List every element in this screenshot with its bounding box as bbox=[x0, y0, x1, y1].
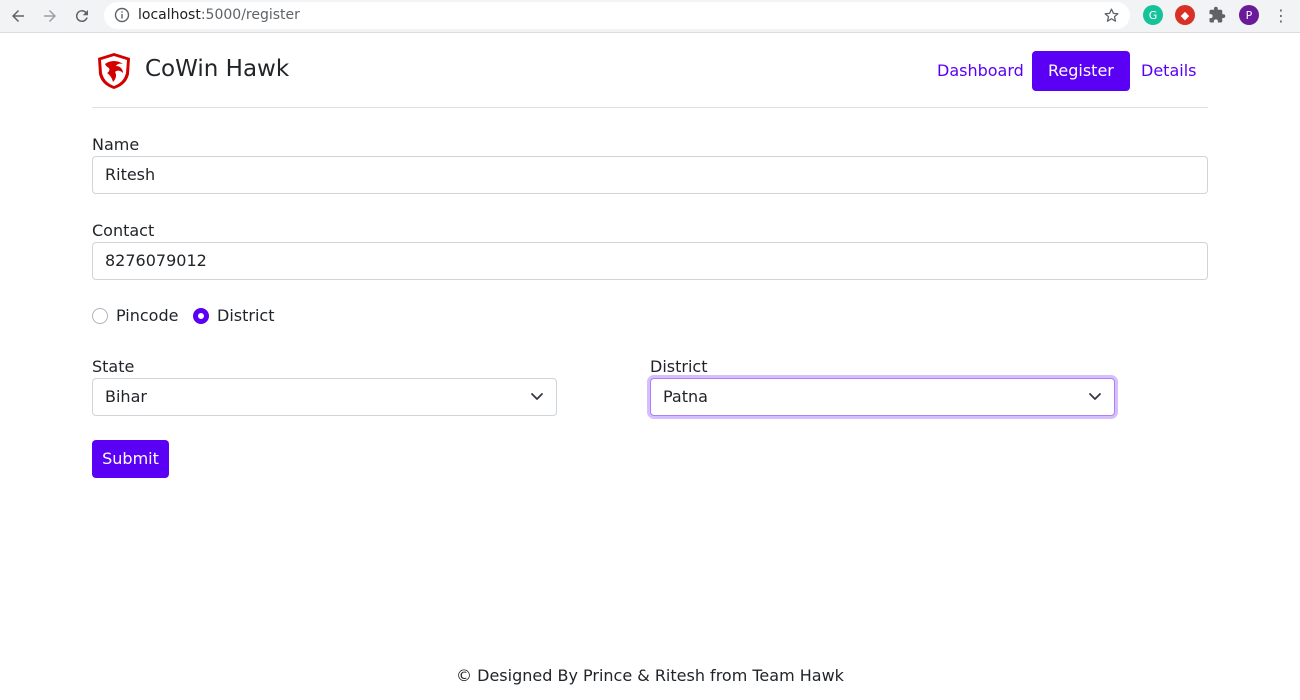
arrow-right-icon bbox=[44, 10, 56, 22]
district-label: District bbox=[650, 357, 708, 376]
kebab-menu-icon[interactable]: ⋮ bbox=[1271, 5, 1291, 25]
submit-button[interactable]: Submit bbox=[92, 440, 169, 478]
bookmark-star-icon[interactable] bbox=[1103, 7, 1120, 24]
contact-input[interactable]: 8276079012 bbox=[92, 242, 1208, 280]
name-label: Name bbox=[92, 135, 140, 154]
site-header: CoWin Hawk Dashboard Register Details bbox=[92, 34, 1208, 108]
back-button[interactable] bbox=[6, 5, 30, 27]
footer-credit: © Designed By Prince & Ritesh from Team … bbox=[456, 666, 844, 685]
pincode-radio[interactable] bbox=[92, 308, 108, 324]
district-radio[interactable] bbox=[193, 308, 209, 324]
chevron-down-icon bbox=[531, 393, 543, 400]
hawk-logo-icon bbox=[98, 53, 130, 89]
chevron-down-icon bbox=[1089, 393, 1101, 400]
brand-title[interactable]: CoWin Hawk bbox=[145, 56, 289, 82]
nav-details-link[interactable]: Details bbox=[1125, 51, 1212, 91]
state-label: State bbox=[92, 357, 135, 376]
reload-button[interactable] bbox=[70, 5, 94, 27]
extension-icon[interactable]: ◆ bbox=[1175, 5, 1195, 25]
district-select-value: Patna bbox=[663, 387, 708, 406]
info-icon[interactable] bbox=[114, 7, 130, 23]
nav-dashboard-link[interactable]: Dashboard bbox=[921, 51, 1040, 91]
reload-icon bbox=[75, 10, 88, 23]
district-radio-label[interactable]: District bbox=[217, 306, 274, 325]
url-text: localhost:5000/register bbox=[138, 7, 300, 23]
grammarly-extension-icon[interactable]: G bbox=[1143, 5, 1163, 25]
pincode-radio-label[interactable]: Pincode bbox=[116, 306, 178, 325]
contact-label: Contact bbox=[92, 221, 155, 240]
name-input[interactable]: Ritesh bbox=[92, 156, 1208, 194]
state-select-value: Bihar bbox=[105, 387, 147, 406]
nav-register-link[interactable]: Register bbox=[1032, 51, 1130, 91]
profile-avatar[interactable]: P bbox=[1239, 5, 1259, 25]
forward-button[interactable] bbox=[38, 5, 62, 27]
district-select[interactable]: Patna bbox=[650, 378, 1115, 416]
browser-toolbar: localhost:5000/register G ◆ P ⋮ bbox=[0, 0, 1300, 33]
puzzle-extensions-icon[interactable] bbox=[1207, 5, 1227, 25]
state-select[interactable]: Bihar bbox=[92, 378, 557, 416]
arrow-left-icon bbox=[12, 10, 24, 22]
address-bar[interactable]: localhost:5000/register bbox=[104, 2, 1130, 29]
